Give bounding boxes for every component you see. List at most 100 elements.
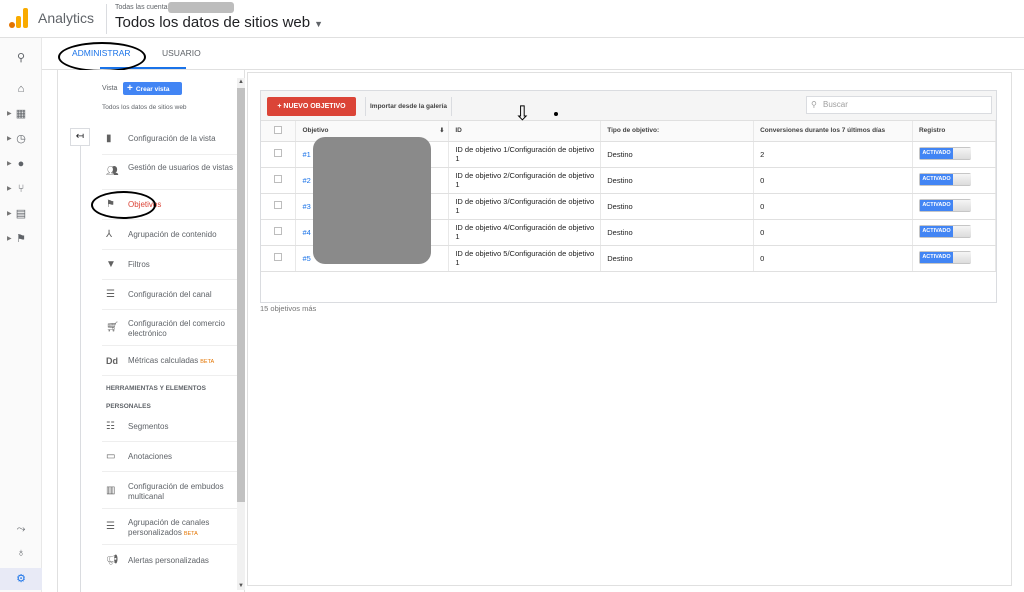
toggle-knob — [952, 147, 971, 159]
toggle-on-label: ACTIVADO — [919, 225, 953, 237]
attribution-icon[interactable]: ⤳ — [0, 518, 42, 540]
column-header-recording[interactable]: Registro — [912, 121, 997, 142]
menu-item-label: Configuración del comercio electrónico — [128, 319, 225, 338]
tab-usuario[interactable]: USUARIO — [162, 48, 201, 58]
column-header-type[interactable]: Tipo de objetivo: — [600, 121, 755, 142]
divider — [102, 219, 238, 220]
discover-bulb-icon[interactable]: ♁ — [0, 542, 42, 564]
menu-item-label: Agrupación de contenido — [128, 230, 217, 239]
new-goal-button[interactable]: + NUEVO OBJETIVO — [267, 97, 356, 116]
recording-toggle[interactable]: ACTIVADO — [918, 172, 971, 186]
app-name: Analytics — [38, 10, 95, 26]
view-admin-column: Vista + Crear vista Todos los datos de si… — [57, 70, 245, 592]
row-checkbox[interactable] — [261, 245, 297, 272]
plus-icon: + — [127, 83, 133, 94]
sort-down-icon: ⬇ — [439, 128, 445, 135]
menu-item-label: Segmentos — [128, 422, 169, 431]
annotations-icon: ▭ — [106, 451, 116, 462]
left-nav-rail: ⚲ ⌂ ▶ ▦ ▶ ◷ ▶ ● ▶ ⑂ ▶ ▤ ▶ ⚑ ⤳ ♁ ⚙ — [0, 38, 42, 592]
channel-grouping-icon: ☰ — [106, 521, 115, 532]
recording-toggle-cell: ACTIVADO — [912, 167, 997, 194]
menu-item-label: Alertas personalizadas — [128, 556, 209, 565]
customization-icon[interactable]: ▶ ▦ — [0, 103, 42, 125]
row-checkbox[interactable] — [261, 193, 297, 220]
goals-toolbar: + NUEVO OBJETIVO Importar desde la galer… — [261, 91, 996, 121]
recording-toggle-cell: ACTIVADO — [912, 193, 997, 220]
current-view-name: Todos los datos de sitios web — [102, 104, 187, 111]
divider — [102, 471, 238, 472]
header-divider — [106, 4, 107, 34]
recording-toggle[interactable]: ACTIVADO — [918, 198, 971, 212]
search-icon: ⚲ — [811, 100, 817, 109]
recording-toggle[interactable]: ACTIVADO — [918, 146, 971, 160]
toggle-knob — [952, 199, 971, 211]
conversions-flag-icon[interactable]: ▶ ⚑ — [0, 228, 42, 250]
audience-person-icon[interactable]: ▶ ● — [0, 153, 42, 175]
recording-toggle[interactable]: ACTIVADO — [918, 250, 971, 264]
column-header-label: Objetivo — [302, 127, 329, 135]
view-title: Todos los datos de sitios web — [115, 14, 311, 31]
goal-id: ID de objetivo 1/Configuración de objeti… — [448, 141, 602, 168]
divider — [102, 544, 238, 545]
more-goals-text: 15 objetivos más — [260, 304, 317, 313]
menu-item-label: Objetivos — [128, 200, 162, 209]
bar-chart-icon: ▥ — [106, 485, 116, 496]
redacted-goal-names — [313, 137, 431, 264]
content-grouping-icon: ⅄ — [106, 229, 113, 240]
scroll-down-icon[interactable]: ▼ — [237, 582, 245, 590]
toggle-knob — [952, 251, 971, 263]
behavior-icon[interactable]: ▶ ▤ — [0, 203, 42, 225]
realtime-clock-icon[interactable]: ▶ ◷ — [0, 128, 42, 150]
analytics-logo[interactable] — [9, 8, 29, 28]
view-selector[interactable]: Todos los datos de sitios web ▼ — [115, 14, 323, 31]
flag-icon: ⚑ — [106, 199, 115, 210]
create-view-label: Crear vista — [135, 86, 170, 93]
toggle-knob — [952, 225, 971, 237]
recording-toggle-cell: ACTIVADO — [912, 219, 997, 246]
beta-badge: BETA — [183, 531, 198, 537]
scrollbar-thumb[interactable] — [237, 88, 245, 502]
row-checkbox[interactable] — [261, 219, 297, 246]
divider — [102, 508, 238, 509]
goal-conversions: 0 — [753, 167, 913, 194]
admin-tabs: ADMINISTRAR USUARIO — [42, 38, 1024, 70]
admin-gear-icon[interactable]: ⚙ — [0, 568, 42, 590]
goal-conversions: 2 — [753, 141, 913, 168]
admin-column-scrollbar[interactable]: ▲ ▼ — [237, 78, 245, 590]
recording-toggle[interactable]: ACTIVADO — [918, 224, 971, 238]
import-from-gallery-button[interactable]: Importar desde la galería — [365, 97, 452, 116]
toggle-on-label: ACTIVADO — [919, 147, 953, 159]
menu-item-label: Configuración de la vista — [128, 134, 216, 143]
goal-id: ID de objetivo 5/Configuración de objeti… — [448, 245, 602, 272]
menu-item-label: Configuración de embudos multicanal — [128, 482, 224, 501]
row-checkbox[interactable] — [261, 141, 297, 168]
select-all-checkbox[interactable] — [261, 121, 297, 142]
megaphone-icon: 📢︎ — [106, 555, 119, 566]
goal-type: Destino — [600, 193, 755, 220]
toggle-on-label: ACTIVADO — [919, 173, 953, 185]
toggle-on-label: ACTIVADO — [919, 199, 953, 211]
row-checkbox[interactable] — [261, 167, 297, 194]
search-icon[interactable]: ⚲ — [0, 47, 42, 69]
home-icon[interactable]: ⌂ — [0, 78, 42, 100]
search-input[interactable]: ⚲ Buscar — [806, 96, 992, 114]
goal-conversions: 0 — [753, 219, 913, 246]
create-view-button[interactable]: + Crear vista — [123, 82, 182, 95]
column-header-conversions[interactable]: Conversiones durante los 7 últimos días — [753, 121, 913, 142]
top-header: Analytics Todas las cuentas Todos los da… — [0, 0, 1024, 38]
goal-id: ID de objetivo 4/Configuración de objeti… — [448, 219, 602, 246]
recording-toggle-cell: ACTIVADO — [912, 245, 997, 272]
back-arrow-button[interactable]: ↤ — [70, 128, 90, 146]
menu-item-label: Métricas calculadas — [128, 356, 199, 365]
scroll-up-icon[interactable]: ▲ — [237, 78, 245, 86]
goal-type: Destino — [600, 219, 755, 246]
annotation-down-arrow-icon: ⇩ — [514, 103, 531, 125]
goal-conversions: 0 — [753, 245, 913, 272]
toggle-knob — [952, 173, 971, 185]
cart-icon: 🛒︎ — [106, 322, 119, 333]
tab-administrar[interactable]: ADMINISTRAR — [72, 48, 131, 58]
channel-icon: ☰ — [106, 289, 115, 300]
recording-toggle-cell: ACTIVADO — [912, 141, 997, 168]
filter-icon: ▼ — [106, 259, 116, 270]
acquisition-icon[interactable]: ▶ ⑂ — [0, 178, 42, 200]
